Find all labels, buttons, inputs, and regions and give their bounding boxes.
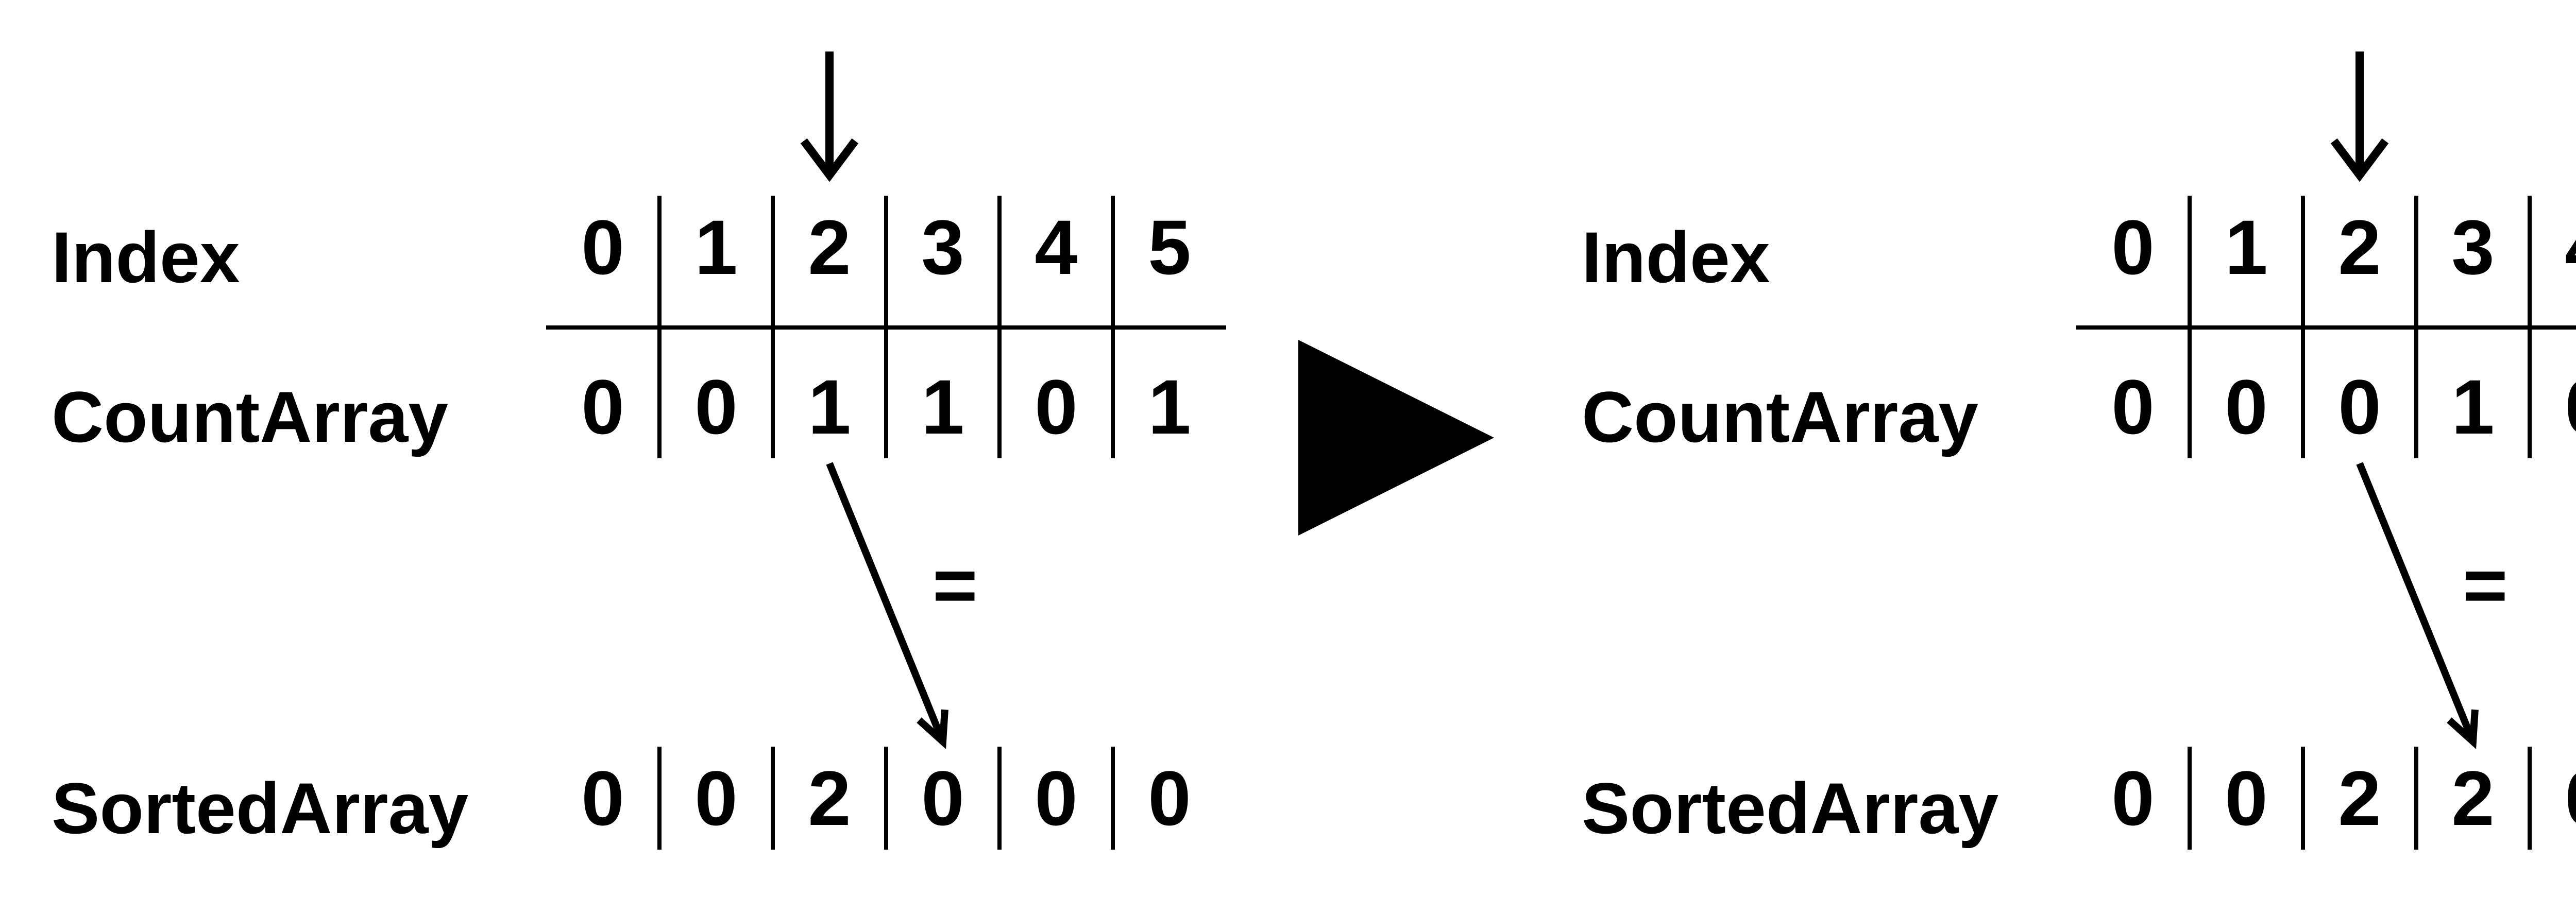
sorted-row-cell: 0 [2076,747,2190,850]
index-row-cell: 3 [886,196,999,299]
count-row-cell: 0 [2076,355,2190,458]
count-row-cell: 1 [1113,355,1226,458]
count-row-cell: 1 [886,355,999,458]
label-index: Index [1582,221,1770,294]
cell-divider [2301,747,2305,850]
row-divider [546,325,1226,330]
pointer-arrow-icon [778,41,881,196]
count-row-cell: 0 [659,355,773,458]
label-sorted: SortedArray [1582,772,1998,844]
sorted-row: 002200 [2076,747,2576,850]
state-before: Index CountArray SortedArray 01234500110… [0,0,1262,914]
cell-divider [884,747,888,850]
step-forward-icon [1288,330,1504,546]
sorted-row-cell: 0 [2530,747,2576,850]
count-row-cell: 0 [999,355,1113,458]
index-row-cell: 2 [2303,196,2416,299]
label-index: Index [52,221,240,294]
sorted-row-cell: 2 [2303,747,2416,850]
sorted-row-cell: 0 [886,747,999,850]
label-sorted: SortedArray [52,772,468,844]
index-row-cell: 3 [2416,196,2530,299]
cell-divider [1111,747,1115,850]
pointer-arrow-icon [2308,41,2411,196]
count-row: 000101 [2076,355,2576,458]
count-row-cell: 0 [2530,355,2576,458]
label-count: CountArray [52,381,448,453]
cell-divider [2414,747,2418,850]
index-row-cell: 0 [546,196,659,299]
sorted-row-cell: 0 [2190,747,2303,850]
cell-divider [771,747,775,850]
equals-sign: = [2463,541,2508,630]
count-row-cell: 0 [2303,355,2416,458]
state-after: Index CountArray SortedArray 01234500010… [1530,0,2576,914]
sorted-row-cell: 0 [999,747,1113,850]
cell-divider [2528,747,2532,850]
cell-divider [997,747,1002,850]
index-row: 012345 [2076,196,2576,299]
sorted-row-cell: 2 [2416,747,2530,850]
count-row-cell: 1 [773,355,886,458]
count-row-cell: 1 [2416,355,2530,458]
diagram-stage: Index CountArray SortedArray 01234500110… [0,0,2576,914]
cell-divider [2188,747,2192,850]
label-count: CountArray [1582,381,1978,453]
count-row-cell: 0 [546,355,659,458]
index-row-cell: 4 [999,196,1113,299]
index-row-cell: 5 [1113,196,1226,299]
sorted-row-cell: 2 [773,747,886,850]
count-row-cell: 0 [2190,355,2303,458]
equals-sign: = [933,541,978,630]
row-divider [2076,325,2576,330]
index-row-cell: 1 [659,196,773,299]
index-row-cell: 0 [2076,196,2190,299]
sorted-row-cell: 0 [1113,747,1226,850]
sorted-row-cell: 0 [659,747,773,850]
index-row-cell: 1 [2190,196,2303,299]
index-row-cell: 4 [2530,196,2576,299]
index-row-cell: 2 [773,196,886,299]
sorted-row-cell: 0 [546,747,659,850]
cell-divider [657,747,662,850]
